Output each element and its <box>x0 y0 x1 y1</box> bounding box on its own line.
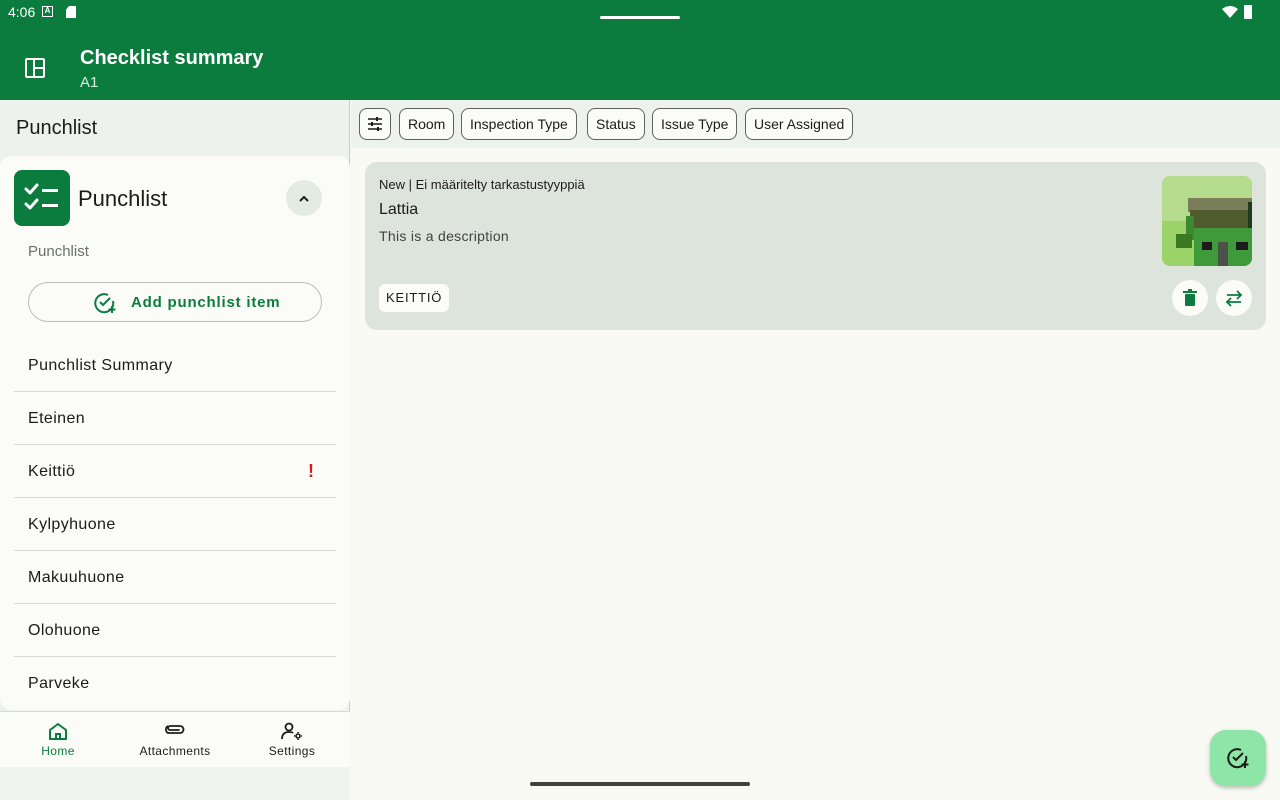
issue-description: This is a description <box>379 228 510 244</box>
nav-home[interactable]: Home <box>8 722 108 758</box>
add-check-icon <box>1227 748 1249 769</box>
sidebar-heading: Punchlist <box>16 117 98 139</box>
sd-card-icon <box>66 6 76 18</box>
sidebar-item-label: Olohuone <box>28 622 101 639</box>
issue-thumbnail[interactable] <box>1162 176 1252 266</box>
top-handle <box>600 16 680 19</box>
page-title: Checklist summary <box>80 47 264 69</box>
page-subtitle: A1 <box>80 74 99 91</box>
punchlist-card-title: Punchlist <box>78 186 168 211</box>
add-punchlist-item-button[interactable]: Add punchlist item <box>28 282 322 322</box>
wifi-icon <box>1222 6 1238 18</box>
filter-chip-status[interactable]: Status <box>587 108 645 140</box>
panel-toggle-icon[interactable] <box>25 58 45 78</box>
gesture-bar <box>530 782 750 786</box>
issue-meta: New | Ei määritelty tarkastustyyppiä <box>379 177 585 192</box>
battery-icon <box>1244 5 1252 19</box>
swap-icon <box>1225 290 1243 307</box>
add-check-icon <box>94 293 116 314</box>
filter-bar: Room Inspection Type Status Issue Type U… <box>351 100 1280 148</box>
sidebar-item-label: Makuuhuone <box>28 569 125 586</box>
delete-button[interactable] <box>1172 280 1208 316</box>
bottom-nav: Home Attachments Settings <box>0 711 350 767</box>
sidebar-item-eteinen[interactable]: Eteinen <box>14 392 336 445</box>
nav-settings-label: Settings <box>268 744 316 758</box>
sidebar-item-label: Parveke <box>28 675 90 692</box>
filter-settings-button[interactable] <box>359 108 391 140</box>
filter-chip-user-assigned[interactable]: User Assigned <box>745 108 854 140</box>
nav-home-label: Home <box>41 744 75 758</box>
add-punchlist-item-label: Add punchlist item <box>131 294 281 311</box>
filter-chip-inspection-type[interactable]: Inspection Type <box>461 108 577 140</box>
sidebar-item-keittio[interactable]: Keittiö ! <box>14 445 336 498</box>
sidebar-item-label: Keittiö <box>28 463 76 480</box>
punchlist-card: Punchlist Punchlist Add punchlist item P… <box>0 156 350 710</box>
punchlist-card-subtitle: Punchlist <box>28 243 89 260</box>
trash-icon <box>1183 289 1197 306</box>
home-icon <box>49 723 67 740</box>
tune-icon <box>368 117 382 131</box>
sidebar-item-parveke[interactable]: Parveke <box>14 657 336 710</box>
move-button[interactable] <box>1216 280 1252 316</box>
sidebar-item-makuuhuone[interactable]: Makuuhuone <box>14 551 336 604</box>
nav-attachments-label: Attachments <box>139 744 211 758</box>
bottom-strip <box>0 767 350 800</box>
nav-attachments[interactable]: Attachments <box>125 722 225 758</box>
chevron-up-icon <box>299 195 309 202</box>
alert-icon: ! <box>308 461 314 481</box>
issue-title: Lattia <box>379 201 419 218</box>
sidebar: Punchlist Punchlist Punchlist Add punchl… <box>0 100 350 800</box>
app-bar: Checklist summary A1 <box>0 36 1280 100</box>
a-notification-icon: A <box>42 6 53 17</box>
room-tag: KEITTIÖ <box>379 284 450 312</box>
sidebar-item-kylpyhuone[interactable]: Kylpyhuone <box>14 498 336 551</box>
sidebar-item-olohuone[interactable]: Olohuone <box>14 604 336 657</box>
add-item-fab[interactable] <box>1210 730 1266 786</box>
nav-settings[interactable]: Settings <box>242 722 342 758</box>
issue-card[interactable]: New | Ei määritelty tarkastustyyppiä Lat… <box>365 162 1266 330</box>
collapse-button[interactable] <box>286 180 322 216</box>
room-list: Punchlist Summary Eteinen Keittiö ! Kylp… <box>14 339 336 710</box>
clock: 4:06 <box>8 4 36 20</box>
paperclip-icon <box>165 725 185 734</box>
sidebar-item-label: Punchlist Summary <box>28 357 173 374</box>
sidebar-item-label: Eteinen <box>28 410 86 427</box>
sidebar-item-label: Kylpyhuone <box>28 516 116 533</box>
filter-chip-issue-type[interactable]: Issue Type <box>652 108 738 140</box>
main-content: Room Inspection Type Status Issue Type U… <box>351 100 1280 800</box>
user-settings-icon <box>281 722 302 740</box>
status-bar: 4:06 A <box>0 0 1280 36</box>
sidebar-item-punchlist-summary[interactable]: Punchlist Summary <box>14 339 336 392</box>
checklist-icon <box>14 170 70 226</box>
filter-chip-room[interactable]: Room <box>399 108 455 140</box>
